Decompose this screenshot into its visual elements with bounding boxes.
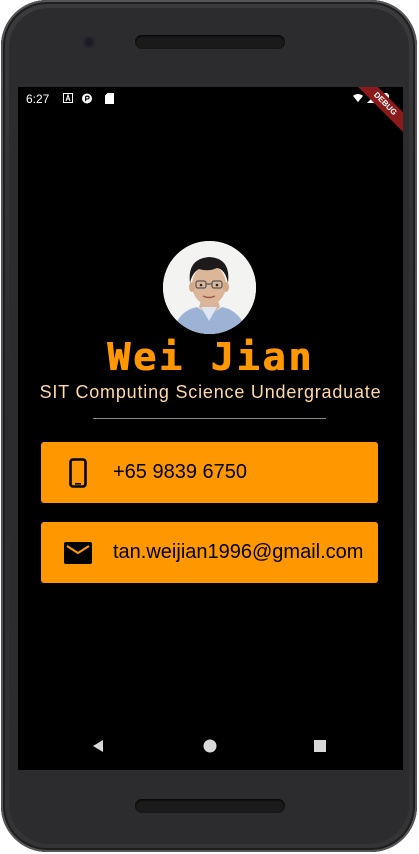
app-screen: 6:27 DEBUG Wei Jian SIT Computing Scienc…	[18, 87, 403, 770]
home-icon[interactable]	[198, 734, 222, 758]
mail-icon	[63, 538, 93, 568]
phone-frame: 6:27 DEBUG Wei Jian SIT Computing Scienc…	[1, 0, 417, 852]
recents-icon[interactable]	[308, 734, 332, 758]
front-camera	[83, 36, 95, 48]
status-time: 6:27	[26, 92, 50, 106]
top-speaker	[135, 35, 285, 49]
profile-avatar	[163, 241, 256, 334]
phone-number: +65 9839 6750	[113, 461, 248, 483]
back-icon[interactable]	[86, 734, 110, 758]
profile-title: SIT Computing Science Undergraduate	[39, 382, 382, 402]
p-notification-icon	[82, 93, 92, 103]
phone-icon	[63, 457, 93, 488]
divider	[93, 418, 326, 419]
phone-card[interactable]: +65 9839 6750	[41, 442, 378, 503]
sd-card-icon	[104, 92, 114, 104]
wifi-icon	[353, 93, 363, 103]
email-card[interactable]: tan.weijian1996@gmail.com	[41, 522, 378, 583]
status-bar: 6:27	[18, 87, 403, 111]
a-notification-icon	[63, 93, 73, 103]
navigation-bar	[18, 722, 403, 770]
bottom-speaker	[135, 799, 285, 813]
profile-name: Wei Jian	[106, 335, 315, 379]
email-address: tan.weijian1996@gmail.com	[113, 541, 364, 563]
